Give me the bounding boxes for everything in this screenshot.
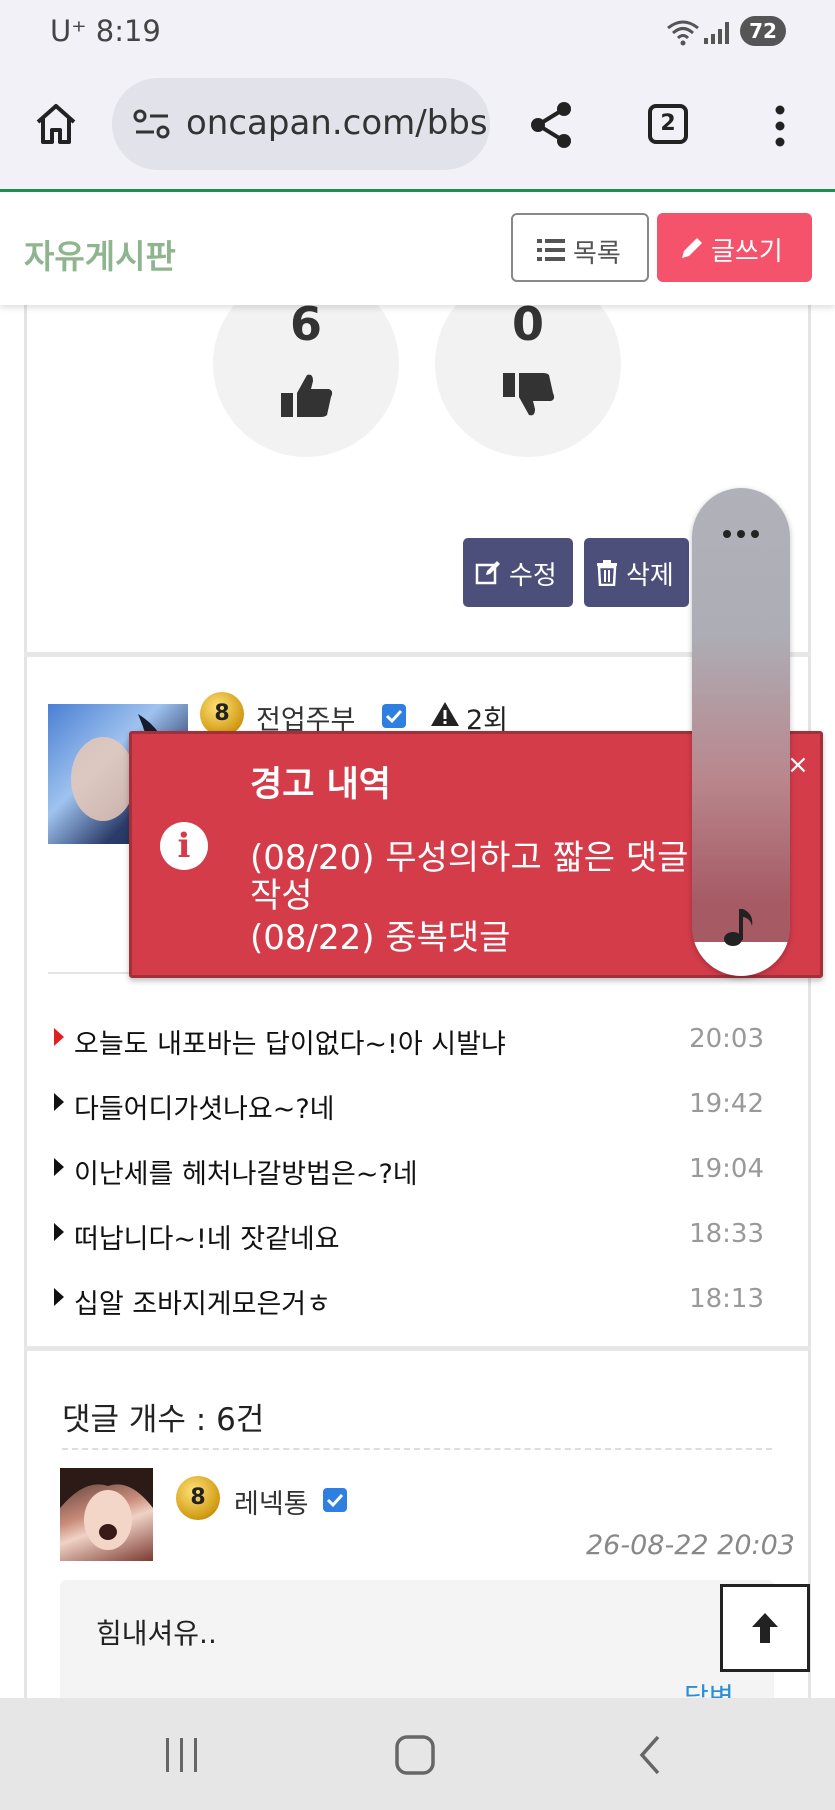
info-icon: i [160, 822, 208, 870]
comment-count: 댓글 개수 : 6건 [62, 1402, 265, 1438]
floating-music-widget[interactable] [692, 488, 790, 976]
edit-button-label: 수정 [509, 561, 557, 591]
back-icon[interactable] [636, 1734, 664, 1776]
arrow-up-icon [752, 1613, 778, 1643]
commenter-avatar[interactable] [60, 1468, 153, 1561]
bullet-arrow-icon [54, 1158, 64, 1176]
warning-line: (08/20) 무성의하고 짧은 댓글 [250, 838, 689, 878]
tabs-button[interactable]: 2 [648, 104, 688, 144]
warning-triangle-icon [431, 702, 459, 726]
comment-divider [62, 1448, 772, 1450]
recent-post-title[interactable]: 떠납니다~!네 잣같네요 [74, 1217, 340, 1256]
downvote-count: 0 [511, 297, 544, 351]
music-note-icon[interactable] [722, 906, 756, 948]
commenter-photo [60, 1468, 153, 1550]
recent-post-time: 18:33 [689, 1219, 764, 1249]
recent-post-title[interactable]: 이난세를 헤처나갈방법은~?네 [74, 1152, 418, 1191]
recent-post-time: 19:04 [689, 1154, 764, 1184]
list-icon [537, 239, 565, 261]
browser-toolbar: oncapan.com/bbs 2 [0, 64, 835, 192]
home-icon[interactable] [34, 102, 78, 146]
scroll-to-top-button[interactable] [720, 1584, 810, 1672]
edit-icon [475, 561, 500, 585]
commenter-name[interactable]: 레넥통 [234, 1482, 309, 1521]
recent-post-item[interactable]: 다들어디가셧나요~?네 19:42 [54, 1083, 764, 1126]
carrier-time: U⁺ 8:19 [50, 14, 161, 48]
recent-post-item[interactable]: 떠납니다~!네 잣같네요 18:33 [54, 1213, 764, 1256]
recent-post-title[interactable]: 다들어디가셧나요~?네 [74, 1087, 335, 1126]
recent-post-item[interactable]: 십알 조바지게모은거ㅎ 18:13 [54, 1278, 764, 1321]
recent-post-time: 20:03 [689, 1024, 764, 1054]
battery-indicator: 72 [740, 16, 786, 46]
bullet-arrow-icon [54, 1288, 64, 1306]
edit-button[interactable]: 수정 [463, 538, 573, 607]
upvote-count: 6 [289, 297, 322, 351]
recent-apps-icon[interactable] [162, 1734, 202, 1774]
write-button[interactable]: 글쓰기 [657, 213, 812, 282]
share-icon[interactable] [528, 100, 576, 150]
close-icon[interactable]: × [787, 750, 809, 780]
thumbs-down-icon [503, 373, 555, 416]
more-menu-icon[interactable] [770, 104, 790, 148]
level-badge: 8 [200, 692, 244, 736]
recent-post-title[interactable]: 오늘도 내포바는 답이없다~!아 시발냐 [74, 1022, 506, 1061]
thumbs-up-icon [281, 374, 333, 417]
level-badge: 8 [176, 1476, 220, 1520]
verified-check-icon [323, 1488, 347, 1512]
comment-date: 26-08-22 20:03 [586, 1530, 795, 1561]
list-button-label: 목록 [573, 239, 621, 269]
bullet-arrow-icon [54, 1223, 64, 1241]
more-dots-icon[interactable] [721, 528, 761, 540]
bullet-arrow-icon [54, 1093, 64, 1111]
pencil-icon [682, 238, 702, 258]
recent-post-time: 19:42 [689, 1089, 764, 1119]
recent-post-item[interactable]: 오늘도 내포바는 답이없다~!아 시발냐 20:03 [54, 1018, 764, 1061]
system-nav-bar [0, 1698, 835, 1810]
bullet-arrow-icon [54, 1028, 64, 1046]
board-title[interactable]: 자유게시판 [24, 230, 176, 278]
home-nav-icon[interactable] [394, 1734, 436, 1776]
url-text: oncapan.com/bbs [186, 103, 488, 143]
recent-post-item[interactable]: 이난세를 헤처나갈방법은~?네 19:04 [54, 1148, 764, 1191]
address-bar[interactable]: oncapan.com/bbs [112, 78, 490, 170]
comment-text: 힘내셔유.. [96, 1617, 217, 1650]
status-bar: U⁺ 8:19 72 [0, 0, 835, 64]
trash-icon [597, 560, 617, 586]
warning-line: (08/22) 중복댓글 [250, 918, 511, 958]
recent-post-title[interactable]: 십알 조바지게모은거ㅎ [74, 1282, 331, 1321]
warning-title: 경고 내역 [250, 765, 391, 805]
list-button[interactable]: 목록 [511, 213, 649, 282]
recent-post-time: 18:13 [689, 1284, 764, 1314]
write-button-label: 글쓰기 [711, 237, 783, 267]
delete-button-label: 삭제 [626, 561, 674, 591]
site-settings-icon[interactable] [132, 108, 172, 140]
wifi-icon [667, 20, 699, 46]
board-header: 자유게시판 목록 글쓰기 [0, 192, 835, 305]
verified-check-icon [382, 704, 406, 728]
section-divider [24, 1346, 811, 1351]
delete-button[interactable]: 삭제 [584, 538, 689, 607]
